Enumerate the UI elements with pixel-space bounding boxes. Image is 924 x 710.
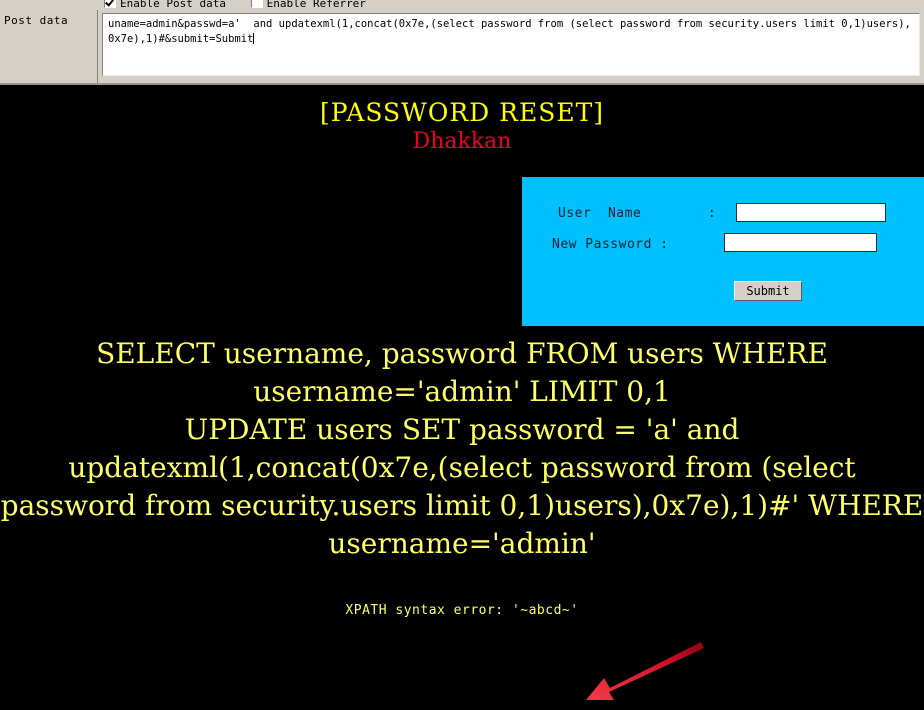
enable-referrer-checkbox-group[interactable]: Enable Referrer (250, 0, 366, 10)
page-title-block: [PASSWORD RESET] Dhakkan (0, 99, 924, 155)
post-data-field-label: Post data (4, 14, 69, 27)
new-password-label: New Password : (552, 237, 669, 252)
post-data-value: uname=admin&passwd=a' and updatexml(1,co… (108, 18, 911, 45)
http-request-tool-panel: Enable Post data Enable Referrer Post da… (0, 0, 924, 85)
panel-divider (97, 10, 98, 85)
options-checkbox-row: Enable Post data Enable Referrer (104, 0, 384, 10)
username-label: User Name : (558, 206, 717, 221)
sql-update-statement: UPDATE users SET password = 'a' and upda… (0, 413, 924, 560)
enable-referrer-label: Enable Referrer (266, 0, 366, 10)
sql-echo-block: SELECT username, password FROM users WHE… (0, 335, 924, 563)
red-arrow-icon (586, 642, 704, 700)
password-reset-page: [PASSWORD RESET] Dhakkan User Name : New… (0, 85, 924, 700)
xpath-error-message: XPATH syntax error: '~abcd~' (345, 603, 579, 618)
password-reset-form: User Name : New Password : Submit (522, 177, 924, 326)
submit-button[interactable]: Submit (734, 281, 802, 301)
page-subtitle: Dhakkan (412, 129, 512, 154)
text-caret (253, 33, 255, 44)
sql-select-statement: SELECT username, password FROM users WHE… (96, 337, 828, 408)
post-data-textarea[interactable]: uname=admin&passwd=a' and updatexml(1,co… (102, 13, 920, 76)
enable-post-data-checkbox-group[interactable]: Enable Post data (104, 0, 226, 10)
username-input[interactable] (736, 203, 886, 222)
checkbox-icon-checked[interactable] (104, 0, 116, 8)
enable-post-data-label: Enable Post data (120, 0, 226, 10)
new-password-input[interactable] (724, 233, 877, 252)
checkbox-icon-unchecked[interactable] (250, 0, 263, 8)
page-title: [PASSWORD RESET] (319, 98, 605, 127)
